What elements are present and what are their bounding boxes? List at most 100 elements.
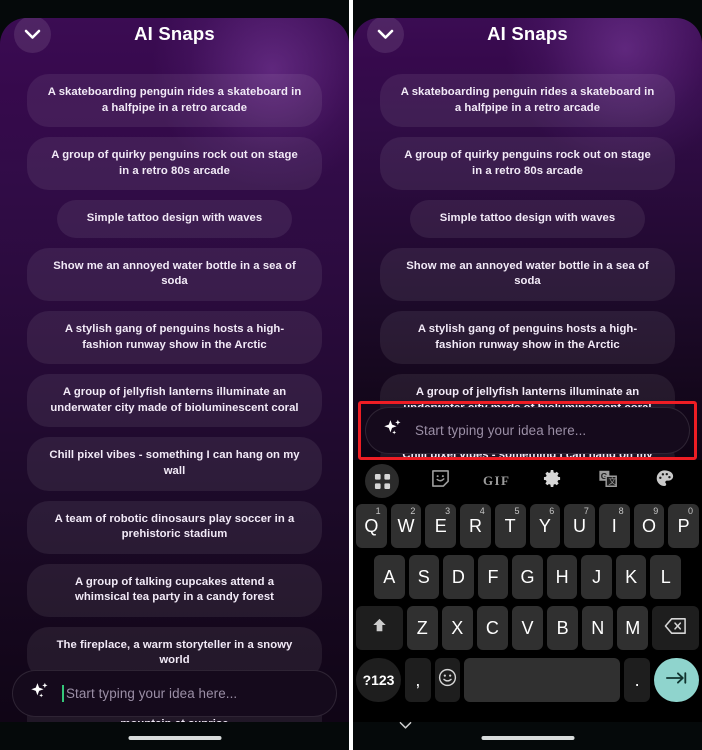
key-sup: 1 [375,506,381,516]
key-z[interactable]: Z [406,606,438,650]
key-w[interactable]: 2W [390,504,422,548]
idea-input-placeholder: Start typing your idea here... [415,423,587,438]
key-label: Z [416,617,428,638]
phone-left: AI Snaps A skateboarding penguin rides a… [0,0,349,750]
key-h[interactable]: H [546,555,578,599]
translate-icon: G 文 [598,469,618,493]
key-n[interactable]: N [582,606,614,650]
prompt-chip[interactable]: A group of quirky penguins rock out on s… [380,137,675,191]
prompt-chip[interactable]: Chill pixel vibes - something I can hang… [27,437,322,491]
emoji-key[interactable] [434,658,461,702]
emoji-smiley-icon [438,668,457,692]
key-j[interactable]: J [581,555,612,599]
theme-palette-button[interactable] [636,460,692,502]
key-label: U [573,515,587,536]
key-x[interactable]: X [441,606,473,650]
backspace-icon [664,617,687,640]
key-label: H [555,566,569,587]
palette-icon [655,469,674,493]
key-i[interactable]: 8I [598,504,630,548]
idea-input-placeholder: Start typing your idea here... [66,686,238,701]
keyboard-row-1: 1Q 2W 3E 4R 5T 6Y 7U 8I 9O 0P [355,504,700,548]
key-v[interactable]: V [511,606,544,650]
prompt-chip[interactable]: A stylish gang of penguins hosts a high-… [27,311,322,365]
key-b[interactable]: B [547,606,579,650]
sparkle-icon [29,680,51,707]
prompt-chip[interactable]: Show me an annoyed water bottle in a sea… [380,247,675,302]
key-t[interactable]: 5T [494,504,526,548]
key-label: B [556,617,569,638]
collapse-button-left[interactable] [14,15,51,53]
prompt-chip[interactable]: A group of jellyfish lanterns illuminate… [27,374,322,428]
translate-button[interactable]: G 文 [580,460,636,502]
home-indicator[interactable] [481,736,574,740]
key-sup: 0 [688,506,694,516]
prompt-chip[interactable]: A stylish gang of penguins hosts a high-… [380,311,675,365]
chevron-down-icon [399,717,412,734]
shift-key[interactable] [356,606,403,650]
key-label: M [625,617,641,638]
prompt-chip[interactable]: Simple tattoo design with waves [56,200,293,238]
idea-input-bar-right[interactable]: Start typing your idea here... [365,407,690,454]
prompt-chip[interactable]: A group of quirky penguins rock out on s… [27,137,322,191]
key-label: . [634,669,640,690]
key-label: N [591,617,605,638]
apps-grid-icon [365,464,399,498]
key-o[interactable]: 9O [633,504,665,548]
gif-button[interactable]: GIF [469,460,525,502]
key-l[interactable]: L [650,555,682,599]
key-label: R [468,515,482,536]
key-m[interactable]: M [617,606,649,650]
key-sup: 2 [410,506,416,516]
hide-keyboard-button[interactable] [399,717,412,735]
prompt-chip[interactable]: A team of robotic dinosaurs play soccer … [27,500,322,554]
key-label: ?123 [362,672,395,688]
sparkle-icon [382,417,404,444]
prompt-chip[interactable]: Simple tattoo design with waves [409,200,646,238]
key-g[interactable]: G [512,555,543,599]
key-c[interactable]: C [476,606,508,650]
key-label: Q [364,515,379,536]
key-label: Y [538,515,551,536]
svg-text:文: 文 [609,476,617,486]
key-p[interactable]: 0P [668,504,700,548]
key-sup: 5 [514,506,520,516]
keyboard-row-2: A S D F G H J K L [356,555,699,599]
space-key[interactable] [464,658,621,702]
key-s[interactable]: S [408,555,440,599]
prompt-chip[interactable]: Show me an annoyed water bottle in a sea… [27,247,322,302]
period-key[interactable]: . [624,658,650,702]
key-f[interactable]: F [477,555,509,599]
idea-input-bar-left[interactable]: Start typing your idea here... [12,670,337,717]
chevron-down-icon [24,29,41,40]
key-a[interactable]: A [373,555,405,599]
key-label: V [521,617,534,638]
comma-key[interactable]: , [405,658,431,702]
enter-key[interactable] [653,658,699,702]
prompt-chip[interactable]: A skateboarding penguin rides a skateboa… [380,74,675,128]
key-q[interactable]: 1Q [355,504,387,548]
phone-right: AI Snaps A skateboarding penguin rides a… [353,0,702,750]
chevron-down-icon [377,29,394,40]
gear-icon [543,469,562,493]
key-k[interactable]: K [615,555,647,599]
backspace-key[interactable] [652,606,699,650]
key-label: L [660,566,671,587]
key-r[interactable]: 4R [460,504,491,548]
key-e[interactable]: 3E [425,504,457,548]
collapse-button-right[interactable] [367,15,404,53]
apps-grid-button[interactable] [363,460,413,502]
prompt-chip[interactable]: A group of talking cupcakes attend a whi… [27,563,322,617]
key-y[interactable]: 6Y [529,504,561,548]
key-sup: 8 [618,506,624,516]
prompt-chip[interactable]: A skateboarding penguin rides a skateboa… [27,74,322,128]
prompt-chip-list-left[interactable]: A skateboarding penguin rides a skateboa… [0,62,349,750]
key-label: P [677,515,690,536]
sticker-button[interactable] [413,460,469,502]
symbols-key[interactable]: ?123 [356,658,402,702]
key-u[interactable]: 7U [564,504,595,548]
key-d[interactable]: D [443,555,474,599]
settings-button[interactable] [525,460,581,502]
gif-label: GIF [483,473,511,488]
home-indicator[interactable] [128,736,221,740]
